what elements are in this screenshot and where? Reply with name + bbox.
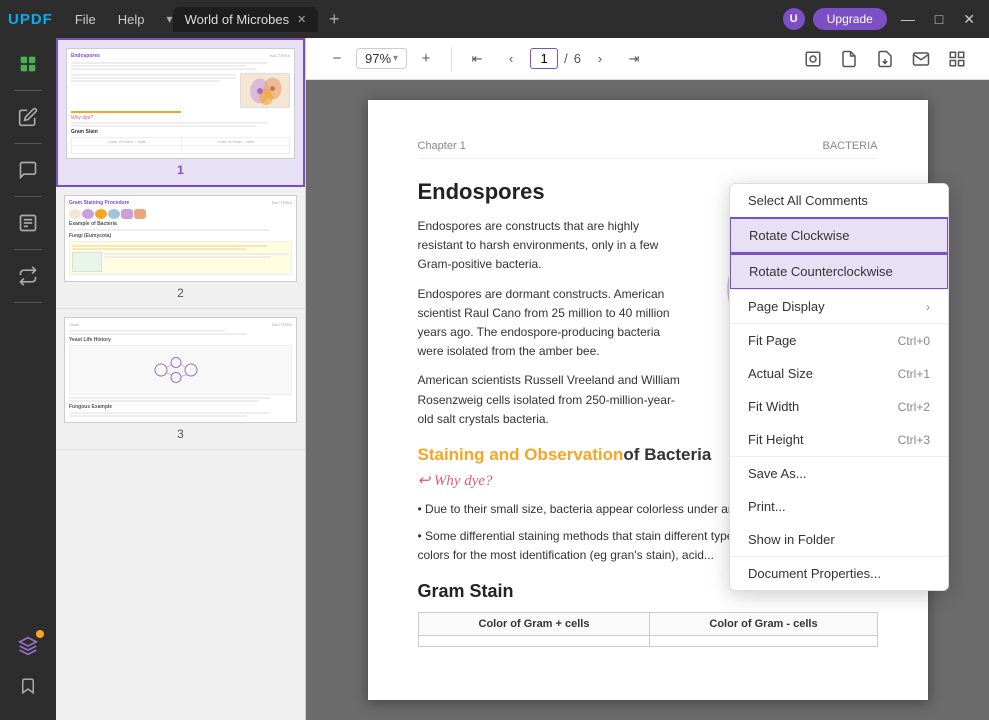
- tab-title: World of Microbes: [185, 12, 290, 27]
- thumbnail-image-1: Endospores BACTERIA: [66, 48, 295, 159]
- gram-col2-header: Color of Gram - cells: [650, 613, 877, 636]
- title-bar: UPDF File Help ▾ World of Microbes ✕ + U…: [0, 0, 989, 38]
- ctx-rotate-counterclockwise[interactable]: Rotate Counterclockwise: [729, 253, 949, 290]
- chapter-header: Chapter 1 BACTERIA: [418, 140, 878, 159]
- chapter-right: BACTERIA: [822, 140, 877, 152]
- ctx-save-as[interactable]: Save As...: [730, 457, 948, 490]
- form-icon[interactable]: [8, 205, 48, 241]
- ctx-page-display[interactable]: Page Display ›: [730, 290, 948, 323]
- ctx-fit-height[interactable]: Fit Height Ctrl+3: [730, 423, 948, 456]
- zoom-out-button[interactable]: −: [322, 44, 352, 74]
- ctx-fit-width-shortcut: Ctrl+2: [898, 400, 930, 414]
- extract-icon[interactable]: [869, 43, 901, 75]
- thumbnail-panel: Endospores BACTERIA: [56, 38, 306, 720]
- thumbnail-page-2[interactable]: Gram Staining Procedure BACTERIA Example…: [56, 187, 305, 309]
- chapter-label: Chapter 1: [418, 140, 466, 152]
- thumbnail-number-2: 2: [64, 286, 297, 300]
- ctx-page-display-arrow: ›: [926, 300, 930, 314]
- ctx-print[interactable]: Print...: [730, 490, 948, 523]
- ocr-icon[interactable]: [941, 43, 973, 75]
- toolbar-separator-5: [14, 302, 42, 303]
- tab-close-button[interactable]: ✕: [297, 13, 306, 26]
- zoom-value: 97%: [365, 51, 391, 66]
- ctx-fit-width[interactable]: Fit Width Ctrl+2: [730, 390, 948, 423]
- gram-cell-1-1: [418, 636, 650, 647]
- zoom-display[interactable]: 97% ▾: [356, 48, 407, 69]
- main-area: Endospores BACTERIA: [0, 38, 989, 720]
- gram-table: Color of Gram + cells Color of Gram - ce…: [418, 612, 878, 647]
- layers-icon[interactable]: [8, 628, 48, 664]
- edit-icon[interactable]: [8, 99, 48, 135]
- context-menu: Select All Comments Rotate Clockwise Rot…: [729, 183, 949, 591]
- pdf-area: − 97% ▾ + ⇤ ‹ / 6 › ⇥: [306, 38, 989, 720]
- convert-icon[interactable]: [8, 258, 48, 294]
- zoom-in-button[interactable]: +: [411, 44, 441, 74]
- pdf-convert-icon[interactable]: [833, 43, 865, 75]
- section2-rest: of Bacteria: [623, 445, 711, 465]
- menu-help[interactable]: Help: [108, 8, 155, 31]
- thumbnail-page-1[interactable]: Endospores BACTERIA: [56, 38, 305, 187]
- toolbar-separator-2: [14, 143, 42, 144]
- title-bar-right: U Upgrade — □ ✕: [783, 8, 981, 30]
- home-icon[interactable]: [8, 46, 48, 82]
- mail-icon[interactable]: [905, 43, 937, 75]
- thumbnail-number-1: 1: [66, 163, 295, 177]
- first-page-button[interactable]: ⇤: [462, 44, 492, 74]
- snapshot-icon[interactable]: [797, 43, 829, 75]
- page-input-area: / 6: [530, 48, 581, 69]
- page-separator: /: [564, 51, 568, 66]
- pdf-toolbar: − 97% ▾ + ⇤ ‹ / 6 › ⇥: [306, 38, 989, 80]
- prev-page-button[interactable]: ‹: [496, 44, 526, 74]
- page-total: 6: [574, 51, 581, 66]
- thumbnail-image-3: Yeast BACTERIA Yeast Life History: [64, 317, 297, 423]
- app-logo: UPDF: [8, 11, 53, 28]
- minimize-button[interactable]: —: [895, 9, 921, 29]
- last-page-button[interactable]: ⇥: [619, 44, 649, 74]
- user-avatar[interactable]: U: [783, 8, 805, 30]
- ctx-show-in-folder[interactable]: Show in Folder: [730, 523, 948, 556]
- ctx-fit-height-shortcut: Ctrl+3: [898, 433, 930, 447]
- zoom-dropdown-icon: ▾: [393, 53, 398, 64]
- ctx-actual-size-shortcut: Ctrl+1: [898, 367, 930, 381]
- comment-icon[interactable]: [8, 152, 48, 188]
- new-tab-button[interactable]: +: [322, 7, 346, 31]
- toolbar-separator-3: [14, 196, 42, 197]
- menu-bar: File Help: [65, 8, 155, 31]
- left-toolbar: [0, 38, 56, 720]
- ctx-select-all-comments[interactable]: Select All Comments: [730, 184, 948, 217]
- tab-dropdown-arrow[interactable]: ▾: [167, 12, 173, 26]
- ctx-actual-size[interactable]: Actual Size Ctrl+1: [730, 357, 948, 390]
- maximize-button[interactable]: □: [929, 9, 949, 29]
- toolbar-separator-4: [14, 249, 42, 250]
- close-button[interactable]: ✕: [957, 9, 981, 30]
- ctx-fit-page-shortcut: Ctrl+0: [898, 334, 930, 348]
- ctx-fit-page[interactable]: Fit Page Ctrl+0: [730, 324, 948, 357]
- gram-cell-1-2: [650, 636, 877, 647]
- menu-file[interactable]: File: [65, 8, 106, 31]
- thumbnail-page-3[interactable]: Yeast BACTERIA Yeast Life History: [56, 309, 305, 450]
- tab-area: ▾ World of Microbes ✕ +: [163, 7, 783, 32]
- ctx-rotate-clockwise[interactable]: Rotate Clockwise: [729, 217, 949, 254]
- thumbnail-image-2: Gram Staining Procedure BACTERIA Example…: [64, 195, 297, 282]
- thumbnail-number-3: 3: [64, 427, 297, 441]
- toolbar-divider-1: [451, 47, 452, 71]
- upgrade-button[interactable]: Upgrade: [813, 8, 887, 30]
- next-page-button[interactable]: ›: [585, 44, 615, 74]
- page-number-input[interactable]: [530, 48, 558, 69]
- section2-staining: Staining and Observation: [418, 445, 624, 465]
- bookmark-icon[interactable]: [8, 668, 48, 704]
- toolbar-separator-1: [14, 90, 42, 91]
- ctx-document-properties[interactable]: Document Properties...: [730, 557, 948, 590]
- gram-col1-header: Color of Gram + cells: [418, 613, 650, 636]
- page-text-1: Endospores are constructs that are highl…: [418, 217, 682, 429]
- active-tab[interactable]: World of Microbes ✕: [173, 7, 319, 32]
- gram-table-row-1: [418, 636, 877, 647]
